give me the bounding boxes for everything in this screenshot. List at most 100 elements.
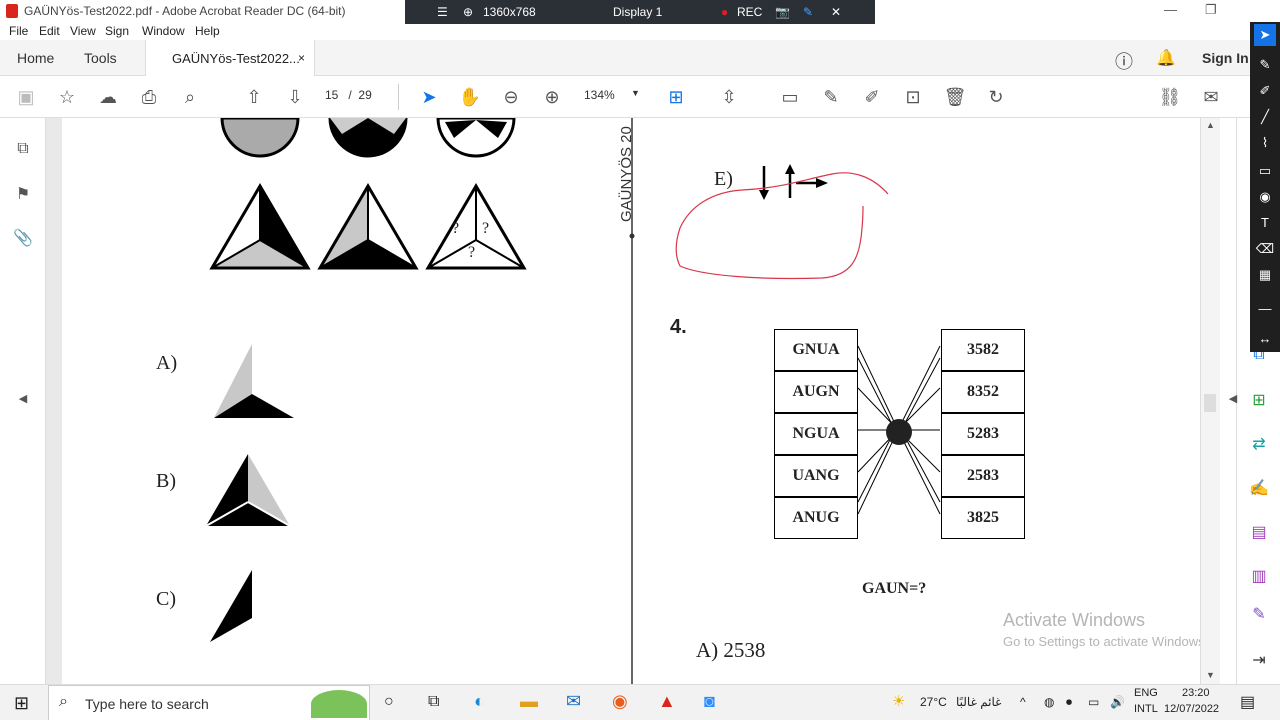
search-icon[interactable]: ⌕ xyxy=(178,85,202,109)
combine-files-icon[interactable]: ▥ xyxy=(1249,566,1269,586)
help-icon[interactable]: ⓘ xyxy=(1115,48,1133,74)
acrobat-taskbar-icon[interactable]: ▲ xyxy=(658,691,676,712)
annot-eraser-icon[interactable]: ⌫ xyxy=(1254,238,1276,260)
hand-icon[interactable]: ✋ xyxy=(458,85,482,109)
task-view-icon[interactable]: ⧉ xyxy=(428,693,439,711)
collapse-left-icon[interactable]: ◀ xyxy=(13,392,33,412)
delete-icon[interactable]: 🗑 xyxy=(943,85,967,109)
bell-icon[interactable]: 🔔 xyxy=(1156,48,1176,68)
tab-home[interactable]: Home xyxy=(17,50,54,66)
zoom-dropdown[interactable]: 134% ▼ xyxy=(584,88,644,102)
page-up-icon[interactable]: ⇧ xyxy=(242,85,266,109)
zoom-out-icon[interactable]: ⊖ xyxy=(499,85,523,109)
organize-pages-icon[interactable]: ⊞ xyxy=(1249,390,1269,410)
rotate-icon[interactable]: ↻ xyxy=(984,85,1008,109)
scroll-down-icon[interactable]: ▼ xyxy=(1206,670,1215,680)
save-icon[interactable]: ▣ xyxy=(14,85,38,109)
highlight-pen-icon[interactable]: ✎ xyxy=(819,85,843,109)
zoom-in-icon[interactable]: ⊕ xyxy=(540,85,564,109)
clock-date[interactable]: 12/07/2022 xyxy=(1164,703,1219,715)
minimize-icon[interactable]: — xyxy=(1164,2,1177,17)
more-tools-icon[interactable]: ✎ xyxy=(1249,604,1269,624)
tab-document[interactable]: GAÜNYös-Test2022... × xyxy=(145,40,315,76)
page-current[interactable]: 15 xyxy=(325,88,338,102)
search-placeholder: Type here to search xyxy=(85,696,209,712)
annot-pattern-icon[interactable]: ▦ xyxy=(1254,264,1276,286)
annot-resize-icon[interactable]: ↔ xyxy=(1254,328,1276,350)
page-indicator[interactable]: 15 / 29 xyxy=(325,88,372,102)
mail-icon[interactable]: ✉ xyxy=(1199,85,1223,109)
volume-icon[interactable]: 🔊 xyxy=(1110,695,1125,709)
cloud-upload-icon[interactable]: ☁ xyxy=(96,85,120,109)
annot-rectangle-icon[interactable]: ▭ xyxy=(1254,160,1276,182)
display-label[interactable]: Display 1 xyxy=(613,5,662,19)
menu-sign[interactable]: Sign xyxy=(105,24,129,38)
edge-icon[interactable]: ◐ xyxy=(474,691,485,712)
menu-icon[interactable]: ☰ xyxy=(437,5,448,19)
vertical-scrollbar[interactable]: ▲ ▼ xyxy=(1200,118,1220,684)
network-icon[interactable]: ◍ xyxy=(1044,695,1054,709)
menu-bar: File Edit View Sign Window Help xyxy=(0,22,1250,40)
cortana-icon[interactable]: ○ xyxy=(384,693,394,711)
expand-panel-icon[interactable]: ⇥ xyxy=(1249,650,1269,670)
menu-edit[interactable]: Edit xyxy=(39,24,60,38)
menu-help[interactable]: Help xyxy=(195,24,220,38)
draw-icon[interactable]: ✐ xyxy=(860,85,884,109)
annot-brush-icon[interactable]: ⌇ xyxy=(1254,132,1276,154)
camera-icon[interactable]: 📷 xyxy=(775,5,790,19)
annot-text-icon[interactable]: T xyxy=(1254,212,1276,234)
menu-view[interactable]: View xyxy=(70,24,96,38)
toolbar: ▣ ☆ ☁ ⎙ ⌕ ⇧ ⇩ 15 / 29 ➤ ✋ ⊖ ⊕ 134% ▼ ⊞ ⇳… xyxy=(0,76,1250,118)
restore-icon[interactable]: ❐ xyxy=(1205,2,1217,18)
stamp-icon[interactable]: ⊡ xyxy=(901,85,925,109)
attachment-icon[interactable]: 📎 xyxy=(13,228,33,248)
firefox-icon[interactable]: ◉ xyxy=(612,691,628,712)
scroll-up-icon[interactable]: ▲ xyxy=(1206,120,1215,130)
zoom-taskbar-icon[interactable]: ◙ xyxy=(704,691,715,712)
tab-tools[interactable]: Tools xyxy=(84,50,117,66)
rec-label[interactable]: REC xyxy=(737,5,762,19)
annot-marker-icon[interactable]: ✐ xyxy=(1254,80,1276,102)
display-icon[interactable]: ▭ xyxy=(1088,695,1099,709)
close-share-icon[interactable]: ✕ xyxy=(831,5,841,19)
close-tab-icon[interactable]: × xyxy=(298,51,305,65)
menu-file[interactable]: File xyxy=(9,24,28,38)
select-arrow-icon[interactable]: ➤ xyxy=(417,85,441,109)
mail-icon[interactable]: ✉ xyxy=(566,691,581,712)
annot-color-icon[interactable]: ◉ xyxy=(1254,186,1276,208)
document-viewport[interactable]: ? ? ? A) B) C) GAÜNYÖS 20 E) 4. GNUA AUG… xyxy=(46,118,1200,684)
language-line-2[interactable]: INTL xyxy=(1134,703,1158,715)
annot-pointer-icon[interactable]: ➤ xyxy=(1254,24,1276,46)
comment-icon[interactable]: ▭ xyxy=(778,85,802,109)
page-thumbnails-icon[interactable]: ⧉ xyxy=(13,140,33,160)
star-icon[interactable]: ☆ xyxy=(55,85,79,109)
print-icon[interactable]: ⎙ xyxy=(137,85,161,109)
chevron-up-icon[interactable]: ^ xyxy=(1020,695,1026,709)
bookmark-icon[interactable]: ⚑ xyxy=(13,184,33,204)
notifications-icon[interactable]: ▤ xyxy=(1240,692,1255,712)
pin-icon[interactable]: ⊕ xyxy=(463,5,473,19)
fit-page-icon[interactable]: ⊞ xyxy=(664,85,688,109)
language-line-1[interactable]: ENG xyxy=(1134,687,1158,699)
annot-line-icon[interactable]: ╱ xyxy=(1254,106,1276,128)
menu-window[interactable]: Window xyxy=(142,24,185,38)
page-down-icon[interactable]: ⇩ xyxy=(283,85,307,109)
pen-icon[interactable]: ✎ xyxy=(803,5,813,19)
annot-thickness-icon[interactable]: — xyxy=(1254,298,1276,320)
fill-sign-icon[interactable]: ✍ xyxy=(1249,478,1269,498)
collapse-right-icon[interactable]: ◀ xyxy=(1223,392,1243,412)
clock-time[interactable]: 23:20 xyxy=(1182,687,1210,699)
link-icon[interactable]: ⛓ xyxy=(1158,85,1182,109)
scroll-mode-icon[interactable]: ⇳ xyxy=(717,85,741,109)
microphone-icon[interactable]: ⏺ xyxy=(1066,695,1072,710)
create-pdf-icon[interactable]: ▤ xyxy=(1249,522,1269,542)
scroll-thumb[interactable] xyxy=(1204,394,1216,412)
file-explorer-icon[interactable]: ▬ xyxy=(520,691,538,712)
tab-bar: Home Tools GAÜNYös-Test2022... × ⓘ 🔔 Sig… xyxy=(0,40,1250,76)
sign-in-link[interactable]: Sign In xyxy=(1202,50,1249,66)
edit-pdf-icon[interactable]: ⇄ xyxy=(1249,434,1269,454)
annot-pen-icon[interactable]: ✎ xyxy=(1254,54,1276,76)
windows-start-icon[interactable]: ⊞ xyxy=(14,693,29,714)
weather-temp[interactable]: 27°C xyxy=(920,695,947,709)
taskbar-search[interactable]: ⌕ Type here to search xyxy=(48,685,370,720)
